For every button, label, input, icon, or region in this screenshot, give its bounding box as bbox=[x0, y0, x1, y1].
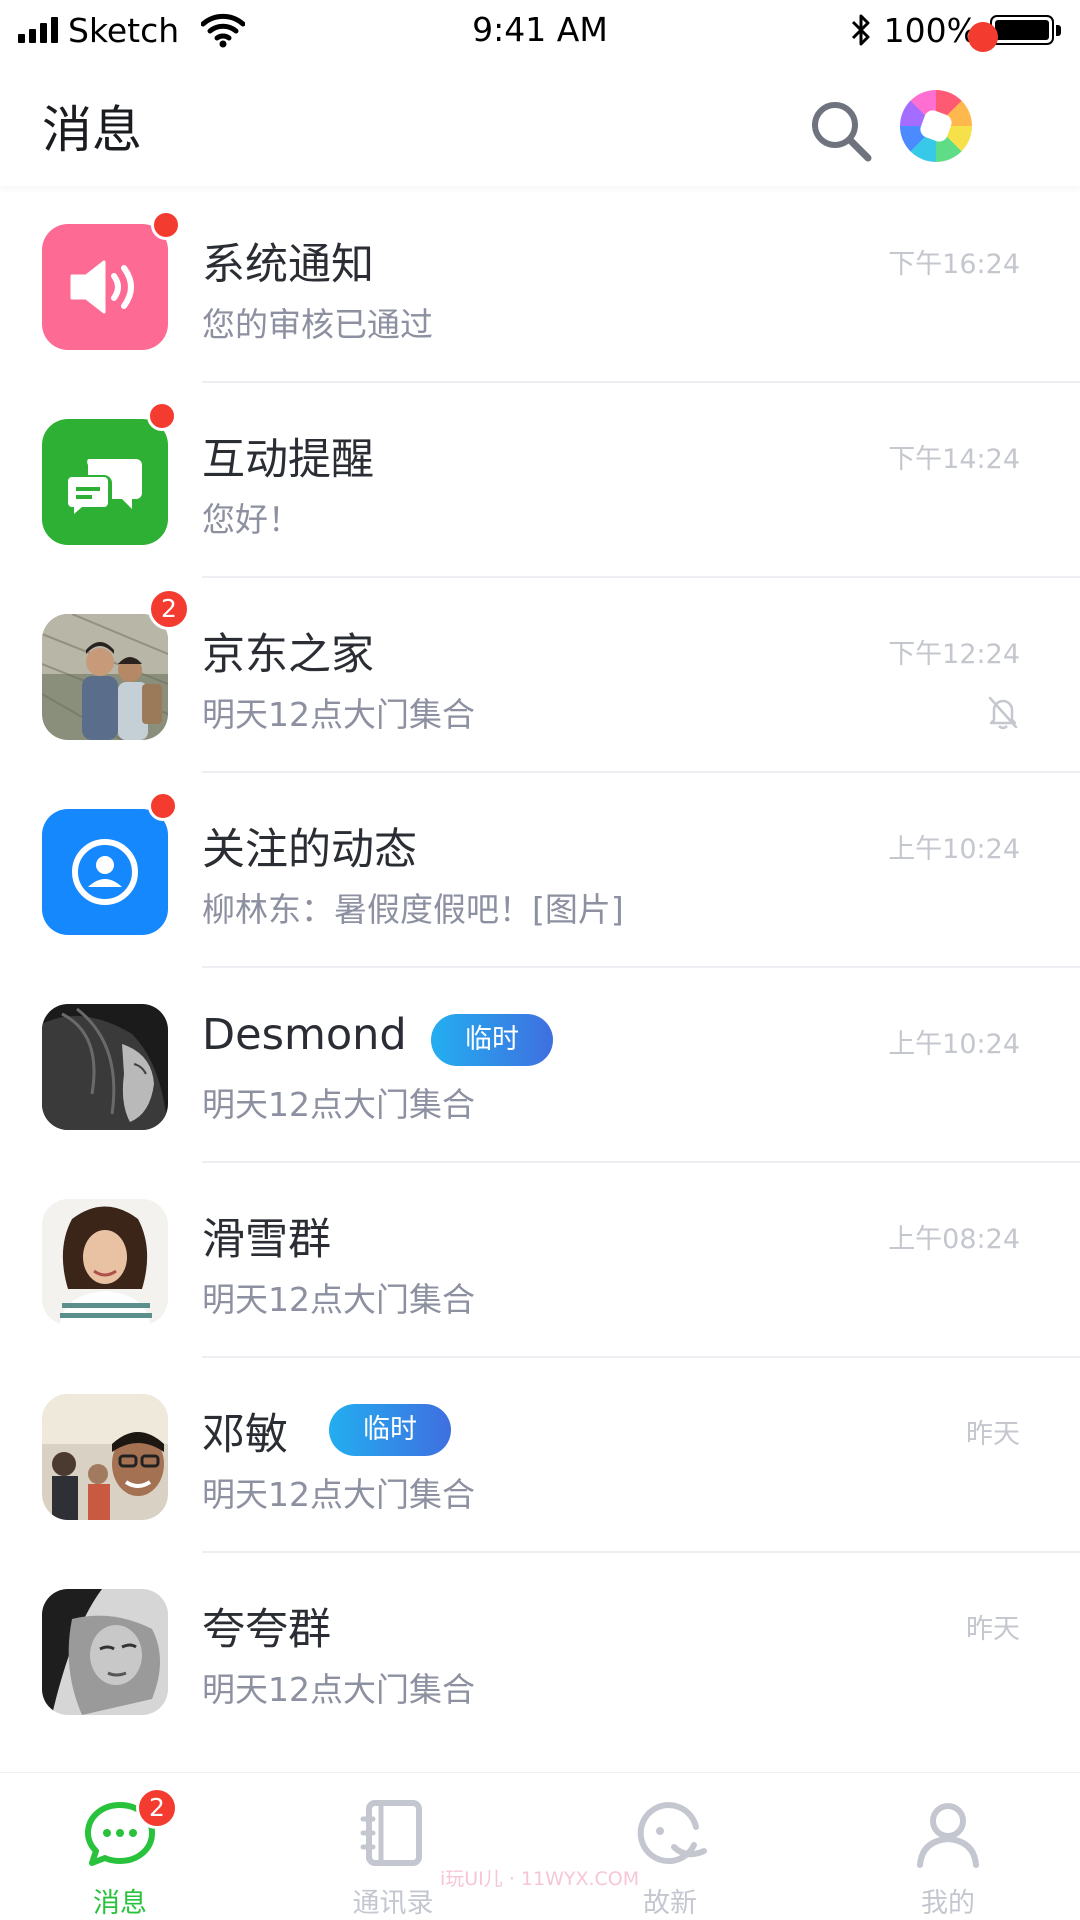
tab-bar: 2 消息 通讯录 故新 我的 bbox=[0, 1772, 1080, 1920]
conversation-time: 上午10:24 bbox=[888, 1029, 1020, 1060]
camera-notification-dot bbox=[968, 22, 998, 52]
conversation-row[interactable]: 互动提醒 您好！ 下午14:24 bbox=[0, 381, 1080, 578]
conversation-name: 滑雪群 bbox=[202, 1215, 331, 1265]
conversation-snippet: 您的审核已通过 bbox=[202, 305, 433, 344]
conversation-row[interactable]: 2 京东之家 明天12点大门集合 下午12:24 bbox=[0, 576, 1080, 773]
user-photo bbox=[42, 1199, 168, 1325]
conversation-row[interactable]: Desmond 临时 明天12点大门集合 上午10:24 bbox=[0, 966, 1080, 1163]
speaker-icon bbox=[42, 224, 168, 350]
temporary-tag: 临时 bbox=[329, 1404, 451, 1456]
user-photo bbox=[42, 1004, 168, 1130]
unread-count-badge: 2 bbox=[148, 588, 190, 630]
status-right: 100% bbox=[850, 8, 1062, 52]
conversation-time: 昨天 bbox=[966, 1419, 1020, 1450]
status-bar: Sketch 9:41 AM 100% bbox=[0, 0, 1080, 60]
conversation-name: 关注的动态 bbox=[202, 825, 417, 875]
conversation-time: 下午12:24 bbox=[888, 639, 1020, 670]
conversation-name: 邓敏 bbox=[202, 1410, 288, 1460]
tab-label: 消息 bbox=[93, 1888, 147, 1919]
conversation-snippet: 明天12点大门集合 bbox=[202, 695, 475, 734]
conversation-time: 下午16:24 bbox=[888, 249, 1020, 280]
conversation-row[interactable]: 滑雪群 明天12点大门集合 上午08:24 bbox=[0, 1161, 1080, 1358]
tab-profile[interactable]: 我的 bbox=[868, 1773, 1028, 1920]
temporary-tag: 临时 bbox=[431, 1014, 553, 1066]
discover-icon bbox=[637, 1802, 707, 1865]
conversation-time: 上午10:24 bbox=[888, 834, 1020, 865]
nav-bar: 消息 bbox=[0, 60, 1080, 186]
battery-icon bbox=[990, 14, 1062, 46]
profile-icon bbox=[917, 1803, 979, 1868]
camera-shutter-icon[interactable] bbox=[900, 90, 972, 162]
conversation-name: 夸夸群 bbox=[202, 1605, 331, 1655]
conversation-row[interactable]: 关注的动态 柳林东：暑假度假吧！[图片] 上午10:24 bbox=[0, 771, 1080, 968]
mute-bell-icon bbox=[988, 696, 1018, 730]
tab-messages[interactable]: 2 消息 bbox=[40, 1773, 200, 1920]
tab-contacts[interactable]: 通讯录 bbox=[313, 1773, 473, 1920]
conversation-name: 京东之家 bbox=[202, 630, 374, 680]
unread-dot bbox=[148, 791, 178, 821]
page-title: 消息 bbox=[42, 101, 142, 159]
conversation-row[interactable]: 夸夸群 明天12点大门集合 昨天 bbox=[0, 1551, 1080, 1748]
group-photo bbox=[42, 614, 168, 740]
search-icon[interactable] bbox=[808, 98, 874, 164]
unread-dot bbox=[147, 401, 177, 431]
tab-label: 我的 bbox=[921, 1888, 975, 1919]
conversation-snippet: 明天12点大门集合 bbox=[202, 1280, 475, 1319]
chat-bubbles-icon bbox=[42, 419, 168, 545]
watermark: i玩UI儿 · 11WYX.COM bbox=[440, 1868, 640, 1890]
conversation-snippet: 明天12点大门集合 bbox=[202, 1085, 475, 1124]
user-photo bbox=[42, 1394, 168, 1520]
tab-discover[interactable]: 故新 bbox=[590, 1773, 750, 1920]
person-circle-icon bbox=[42, 809, 168, 935]
conversation-snippet: 柳林东：暑假度假吧！[图片] bbox=[202, 890, 624, 929]
bluetooth-icon bbox=[851, 14, 870, 46]
conversation-time: 下午14:24 bbox=[888, 444, 1020, 475]
user-photo bbox=[42, 1589, 168, 1715]
conversation-row[interactable]: 系统通知 您的审核已通过 下午16:24 bbox=[0, 186, 1080, 383]
conversation-snippet: 明天12点大门集合 bbox=[202, 1475, 475, 1514]
tab-badge: 2 bbox=[136, 1787, 178, 1829]
conversation-name: 互动提醒 bbox=[202, 435, 374, 485]
conversation-snippet: 明天12点大门集合 bbox=[202, 1670, 475, 1709]
contacts-book-icon bbox=[360, 1800, 422, 1866]
conversation-name: Desmond bbox=[202, 1010, 407, 1060]
conversation-snippet: 您好！ bbox=[202, 500, 301, 539]
conversation-time: 昨天 bbox=[966, 1614, 1020, 1645]
conversation-row[interactable]: 邓敏 临时 明天12点大门集合 昨天 bbox=[0, 1356, 1080, 1553]
unread-dot bbox=[151, 210, 181, 240]
conversation-time: 上午08:24 bbox=[888, 1224, 1020, 1255]
battery-percent: 100% bbox=[883, 10, 978, 50]
conversation-name: 系统通知 bbox=[202, 240, 374, 290]
